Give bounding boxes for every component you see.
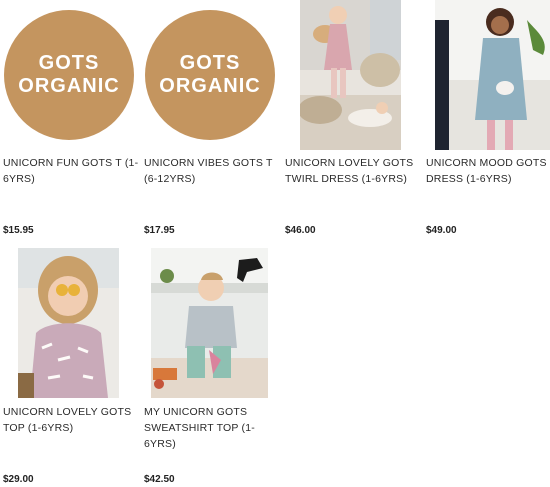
badge-line-1: GOTS xyxy=(179,52,241,74)
product-price: $46.00 xyxy=(285,225,316,236)
gots-organic-badge-icon[interactable]: GOTS ORGANIC xyxy=(4,10,134,140)
gots-organic-badge-icon[interactable]: GOTS ORGANIC xyxy=(145,10,275,140)
product-title-link[interactable]: UNICORN VIBES GOTS T (6-12YRS) xyxy=(144,155,280,187)
girl-blue-dress-photo-icon xyxy=(435,0,550,150)
product-price: $49.00 xyxy=(426,225,457,236)
product-image[interactable] xyxy=(435,0,550,150)
product-title-link[interactable]: UNICORN LOVELY GOTS TOP (1-6YRS) xyxy=(3,404,139,436)
product-title-link[interactable]: UNICORN MOOD GOTS DRESS (1-6YRS) xyxy=(426,155,550,187)
badge-line-1: GOTS xyxy=(38,52,100,74)
girl-pink-top-photo-icon xyxy=(18,248,119,398)
product-title-link[interactable]: MY UNICORN GOTS SWEATSHIRT TOP (1-6YRS) xyxy=(144,404,280,452)
product-price: $15.95 xyxy=(3,225,34,236)
product-price: $17.95 xyxy=(144,225,175,236)
badge-line-2: ORGANIC xyxy=(18,75,120,97)
product-price: $29.00 xyxy=(3,474,34,485)
product-title-link[interactable]: UNICORN FUN GOTS T (1-6YRS) xyxy=(3,155,139,187)
product-image[interactable] xyxy=(151,248,268,398)
product-title-link[interactable]: UNICORN LOVELY GOTS TWIRL DRESS (1-6YRS) xyxy=(285,155,421,187)
girl-grey-sweatshirt-photo-icon xyxy=(151,248,268,398)
badge-line-2: ORGANIC xyxy=(159,75,261,97)
product-image[interactable] xyxy=(300,0,401,150)
product-price: $42.50 xyxy=(144,474,175,485)
product-image[interactable] xyxy=(18,248,119,398)
girl-pink-dress-photo-icon xyxy=(300,0,401,150)
